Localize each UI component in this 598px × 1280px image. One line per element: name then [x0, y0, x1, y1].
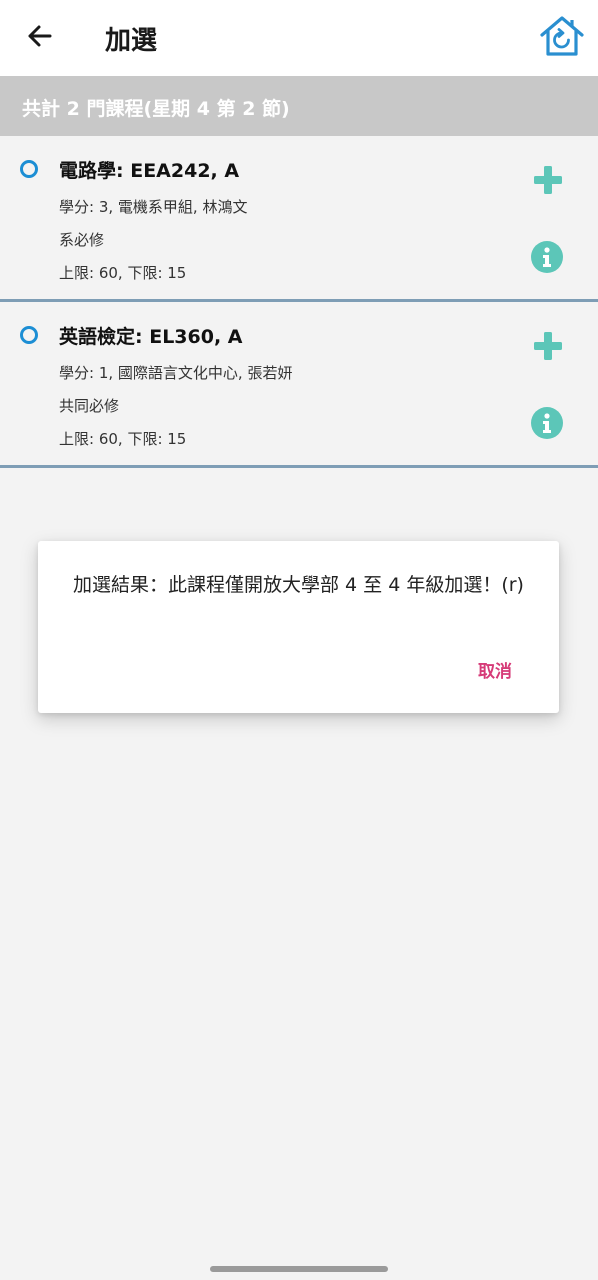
arrow-left-icon — [28, 25, 52, 47]
radio-icon[interactable] — [20, 160, 38, 178]
course-detail: 學分: 1, 國際語言文化中心, 張若妍 — [59, 364, 293, 382]
course-limits: 上限: 60, 下限: 15 — [59, 430, 187, 448]
course-count-text: 共計 2 門課程(星期 4 第 2 節) — [22, 98, 290, 120]
plus-icon — [534, 166, 562, 194]
add-course-button[interactable] — [532, 164, 564, 196]
home-button[interactable] — [538, 14, 586, 60]
course-info-button[interactable] — [531, 407, 563, 439]
course-name: 電路學: EEA242, A — [59, 160, 240, 182]
info-icon — [531, 407, 563, 439]
page-title: 加選 — [105, 26, 158, 56]
info-icon — [531, 241, 563, 273]
course-count-banner: 共計 2 門課程(星期 4 第 2 節) — [0, 76, 598, 136]
radio-icon[interactable] — [20, 326, 38, 344]
course-item[interactable]: 英語檢定: EL360, A 學分: 1, 國際語言文化中心, 張若妍 共同必修… — [0, 302, 598, 468]
add-course-button[interactable] — [532, 330, 564, 362]
course-item[interactable]: 電路學: EEA242, A 學分: 3, 電機系甲組, 林鴻文 系必修 上限:… — [0, 136, 598, 302]
home-refresh-icon — [540, 16, 584, 56]
result-dialog: 加選結果：此課程僅開放大學部 4 至 4 年級加選！(r) 取消 — [38, 541, 559, 713]
course-category: 系必修 — [59, 231, 105, 249]
plus-icon — [534, 332, 562, 360]
course-name: 英語檢定: EL360, A — [59, 326, 243, 348]
course-info-button[interactable] — [531, 241, 563, 273]
dialog-message: 加選結果：此課程僅開放大學部 4 至 4 年級加選！(r) — [73, 574, 524, 596]
course-limits: 上限: 60, 下限: 15 — [59, 264, 187, 282]
course-category: 共同必修 — [59, 397, 120, 415]
course-detail: 學分: 3, 電機系甲組, 林鴻文 — [59, 198, 248, 216]
cancel-button[interactable]: 取消 — [478, 657, 512, 682]
gesture-bar[interactable] — [210, 1266, 388, 1272]
app-bar: 加選 — [0, 0, 598, 76]
back-button[interactable] — [22, 18, 58, 54]
